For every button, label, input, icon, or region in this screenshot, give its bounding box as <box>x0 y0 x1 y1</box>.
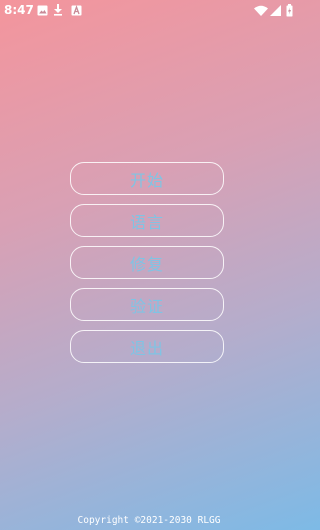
status-time: 8:47 <box>4 3 34 17</box>
signal-icon <box>269 3 281 17</box>
image-icon <box>36 3 48 17</box>
text-a-icon <box>70 3 82 17</box>
copyright-footer: Copyright ©2021-2030 RLGG <box>77 515 221 526</box>
verify-button[interactable]: 验证 <box>70 288 224 321</box>
main-menu: 开始 语言 修复 验证 退出 <box>70 162 224 372</box>
wifi-icon <box>254 3 268 17</box>
exit-button[interactable]: 退出 <box>70 330 224 363</box>
language-button[interactable]: 语言 <box>70 204 224 237</box>
status-bar: 8:47 <box>0 0 298 20</box>
battery-icon <box>285 3 293 17</box>
download-icon <box>52 3 64 17</box>
repair-button[interactable]: 修复 <box>70 246 224 279</box>
start-button[interactable]: 开始 <box>70 162 224 195</box>
